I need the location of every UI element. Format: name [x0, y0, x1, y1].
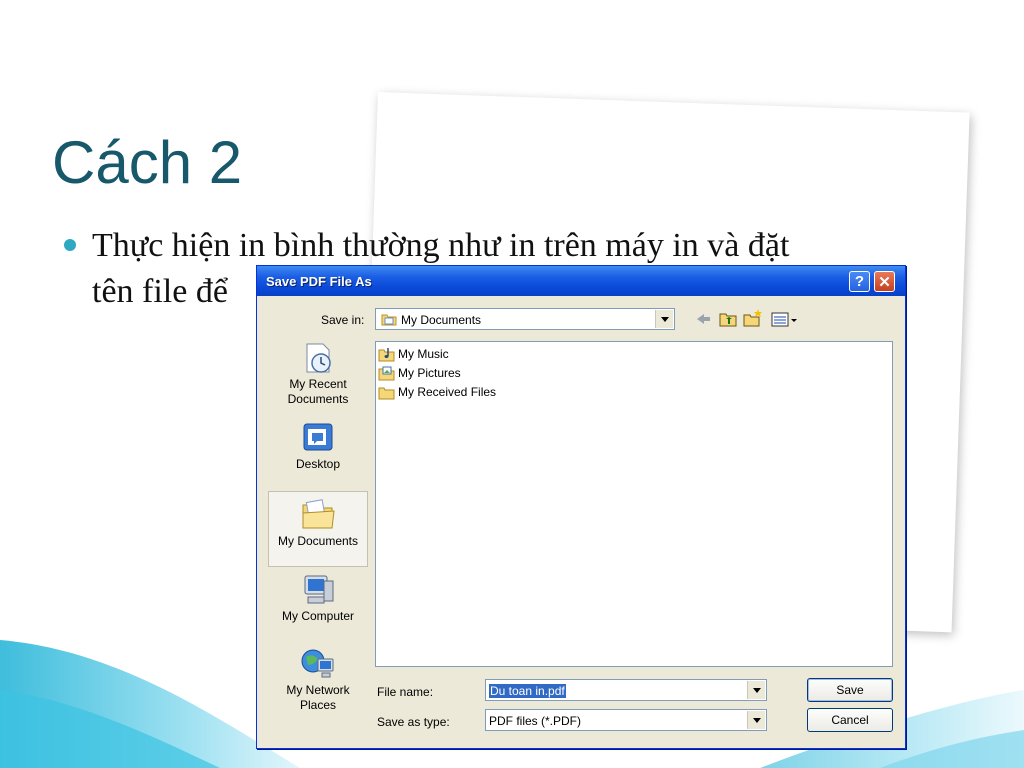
file-name-label: File name: [377, 685, 434, 699]
bullet-line-1: Thực hiện in bình thường như in trên máy… [92, 227, 790, 264]
slide: Cách 2 Thực hiện in bình thường như in t… [0, 0, 1024, 768]
my-documents-small-icon [381, 314, 397, 326]
pictures-folder-icon [378, 366, 395, 380]
cancel-button[interactable]: Cancel [807, 708, 893, 732]
music-folder-icon [378, 347, 395, 361]
save-as-type-arrow[interactable] [747, 711, 765, 729]
new-folder-icon [743, 309, 762, 327]
recent-documents-icon [306, 343, 331, 373]
new-folder-button[interactable] [743, 308, 763, 328]
chevron-down-icon [660, 316, 669, 322]
save-in-arrow[interactable] [655, 310, 673, 328]
list-item-my-music[interactable]: My Music [378, 344, 449, 363]
place-label-network-2: Places [299, 698, 337, 712]
file-name-my-music: My Music [398, 346, 449, 361]
close-icon: ✕ [878, 273, 891, 291]
place-label-recent-1: My Recent [289, 377, 347, 391]
place-label-my-computer: My Computer [281, 609, 355, 623]
place-label-recent-2: Documents [287, 392, 349, 406]
save-as-type-value: PDF files (*.PDF) [489, 714, 582, 728]
place-desktop[interactable]: Desktop [268, 421, 368, 481]
folder-icon [378, 387, 395, 399]
save-in-dropdown[interactable]: My Documents [375, 308, 675, 330]
back-arrow-icon [697, 314, 710, 324]
file-name-arrow[interactable] [747, 681, 765, 699]
view-menu-button[interactable] [771, 310, 799, 328]
file-name-value: Du toan in.pdf [489, 684, 566, 698]
back-button[interactable] [695, 310, 711, 328]
save-in-label: Save in: [321, 313, 365, 327]
slide-title: Cách 2 [52, 129, 243, 196]
view-menu-icon [771, 312, 797, 327]
file-name-input[interactable]: Du toan in.pdf [485, 679, 767, 701]
dialog-title: Save PDF File As [266, 274, 372, 289]
file-list[interactable]: My Music My Pictures My Received Files [375, 341, 893, 667]
up-folder-button[interactable] [719, 310, 737, 328]
bullet-dot-icon [64, 239, 76, 251]
place-my-computer[interactable]: My Computer [268, 573, 368, 641]
close-button[interactable]: ✕ [874, 271, 895, 292]
file-name-my-pictures: My Pictures [398, 365, 461, 380]
place-label-my-documents: My Documents [277, 534, 359, 548]
list-item-my-pictures[interactable]: My Pictures [378, 363, 461, 382]
chevron-down-icon [752, 717, 761, 723]
place-my-recent-documents[interactable]: My Recent Documents [268, 341, 368, 417]
file-name-my-received-files: My Received Files [398, 384, 497, 399]
save-button[interactable]: Save [807, 678, 893, 702]
save-as-type-label: Save as type: [377, 715, 450, 729]
place-my-documents[interactable]: My Documents [268, 491, 368, 567]
help-icon: ? [854, 273, 865, 290]
place-label-desktop: Desktop [295, 457, 341, 471]
list-item-my-received-files[interactable]: My Received Files [378, 382, 496, 401]
place-label-network-1: My Network [286, 683, 350, 697]
desktop-icon [303, 423, 333, 451]
my-documents-icon [302, 499, 335, 529]
dialog-titlebar[interactable]: Save PDF File As ? ✕ [257, 266, 905, 296]
place-network[interactable]: My Network Places [268, 647, 368, 723]
network-places-icon [301, 649, 334, 678]
places-bar: My Recent Documents Desktop My Documents [268, 341, 368, 751]
save-pdf-dialog: Save PDF File As ? ✕ Save in: My Documen… [256, 265, 906, 749]
save-as-type-dropdown[interactable]: PDF files (*.PDF) [485, 709, 767, 731]
help-button[interactable]: ? [849, 271, 870, 292]
save-in-value: My Documents [401, 313, 482, 327]
my-computer-icon [304, 575, 334, 604]
up-folder-icon [719, 313, 737, 327]
chevron-down-icon [752, 687, 761, 693]
